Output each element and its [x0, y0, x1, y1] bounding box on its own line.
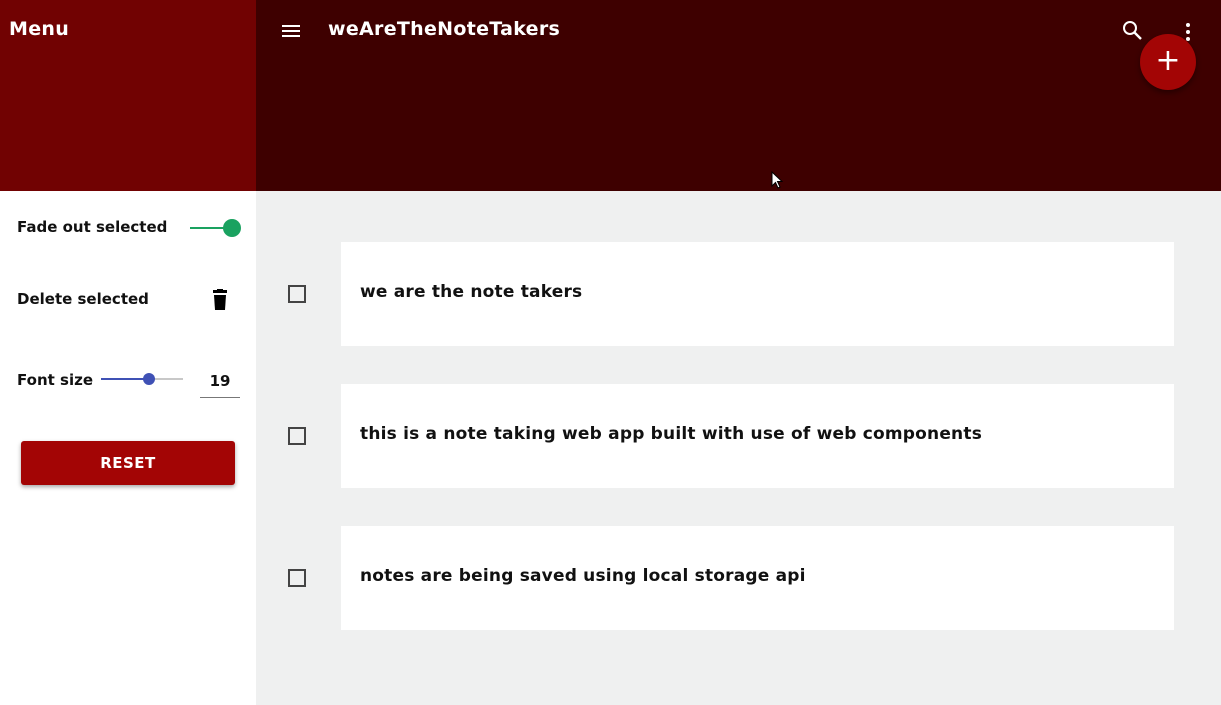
font-size-input[interactable]: 19	[200, 367, 240, 398]
mouse-cursor-icon	[771, 171, 784, 189]
note-card[interactable]: we are the note takers	[341, 242, 1174, 346]
side-drawer: Menu Fade out selected Delete selected F…	[0, 0, 256, 705]
font-size-label: Font size	[17, 371, 93, 389]
note-checkbox[interactable]	[288, 427, 306, 445]
toggle-thumb[interactable]	[223, 219, 241, 237]
delete-selected-label: Delete selected	[17, 290, 149, 308]
note-text: this is a note taking web app built with…	[360, 424, 983, 444]
slider-thumb[interactable]	[143, 373, 155, 385]
drawer-header: Menu	[0, 0, 256, 191]
note-card[interactable]: notes are being saved using local storag…	[341, 526, 1174, 630]
menu-icon[interactable]	[282, 22, 302, 40]
note-card[interactable]: this is a note taking web app built with…	[341, 384, 1174, 488]
note-checkbox[interactable]	[288, 569, 306, 587]
app-title: weAreTheNoteTakers	[328, 18, 561, 40]
app-bar: weAreTheNoteTakers +	[256, 0, 1221, 191]
note-text: notes are being saved using local storag…	[360, 566, 806, 586]
drawer-title: Menu	[9, 18, 70, 40]
slider-fill	[101, 378, 149, 380]
add-icon: +	[1155, 43, 1181, 78]
note-checkbox[interactable]	[288, 285, 306, 303]
note-text: we are the note takers	[360, 282, 583, 302]
fade-out-label: Fade out selected	[17, 218, 168, 236]
trash-icon[interactable]	[210, 289, 230, 311]
reset-button[interactable]: RESET	[21, 441, 235, 485]
add-note-button[interactable]: +	[1140, 34, 1196, 90]
search-icon[interactable]	[1122, 20, 1144, 42]
